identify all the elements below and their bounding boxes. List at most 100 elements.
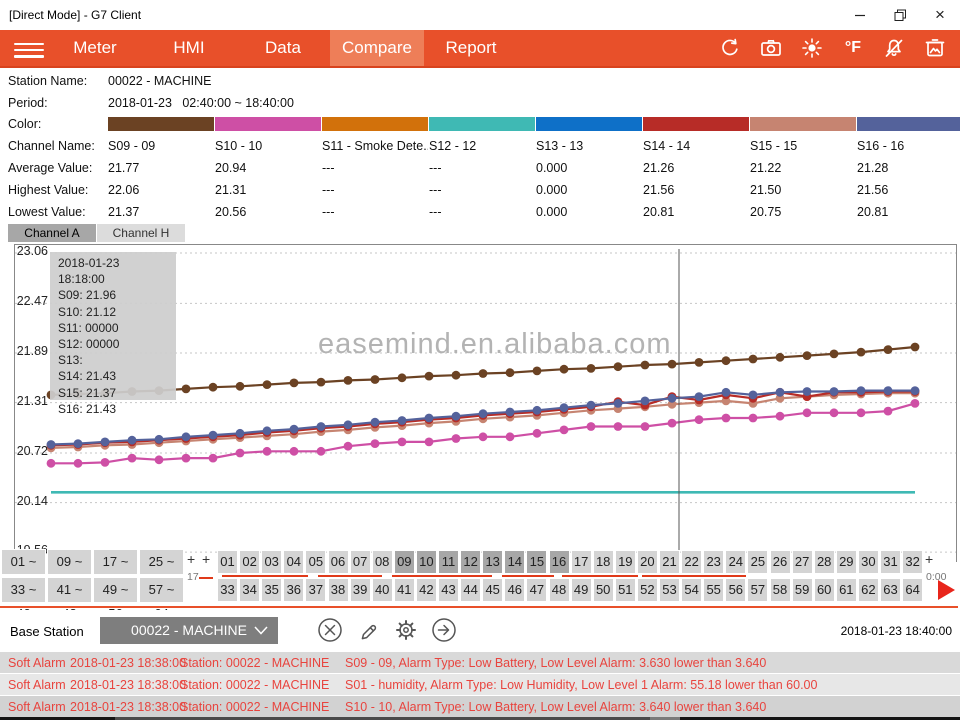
range-button[interactable]: 09 ~ 16 <box>47 549 92 575</box>
channel-page-button[interactable]: 61 <box>836 578 857 602</box>
channel-page-button[interactable]: 38 <box>328 578 349 602</box>
channel-page-button[interactable]: 30 <box>858 550 879 574</box>
tab-channel-h[interactable]: Channel H <box>97 224 185 242</box>
channel-page-button[interactable]: 14 <box>504 550 525 574</box>
channel-page-button[interactable]: 08 <box>372 550 393 574</box>
temperature-unit-icon[interactable]: °F <box>840 35 866 61</box>
channel-page-button[interactable]: 27 <box>792 550 813 574</box>
channel-page-button[interactable]: 25 <box>747 550 768 574</box>
channel-page-button[interactable]: 23 <box>703 550 724 574</box>
range-button[interactable]: 25 ~ 32 <box>139 549 184 575</box>
channel-page-button[interactable]: 41 <box>394 578 415 602</box>
base-station-dropdown[interactable]: 00022 - MACHINE <box>100 617 278 644</box>
channel-page-button[interactable]: 15 <box>526 550 547 574</box>
range-button[interactable]: 01 ~ 08 <box>1 549 46 575</box>
nav-item-compare[interactable]: Compare <box>330 30 424 66</box>
channel-page-button[interactable]: 06 <box>328 550 349 574</box>
channel-page-button[interactable]: 51 <box>615 578 636 602</box>
brightness-icon[interactable] <box>799 35 825 61</box>
channel-page-button[interactable]: 64 <box>902 578 923 602</box>
channel-page-button[interactable]: 17 <box>571 550 592 574</box>
channel-page-button[interactable]: 29 <box>836 550 857 574</box>
page-expander-button[interactable]: + <box>202 551 210 567</box>
channel-page-button[interactable]: 37 <box>305 578 326 602</box>
mute-icon[interactable] <box>881 35 907 61</box>
channel-page-button[interactable]: 12 <box>460 550 481 574</box>
channel-page-button[interactable]: 24 <box>725 550 746 574</box>
channel-page-button[interactable]: 52 <box>637 578 658 602</box>
alarm-row[interactable]: Soft Alarm2018-01-23 18:38:00Station: 00… <box>0 696 960 717</box>
channel-page-button[interactable]: 59 <box>792 578 813 602</box>
channel-page-button[interactable]: 22 <box>681 550 702 574</box>
channel-page-button[interactable]: 63 <box>880 578 901 602</box>
range-button[interactable]: 57 ~ 64 <box>139 577 184 603</box>
channel-page-button[interactable]: 10 <box>416 550 437 574</box>
channel-page-button[interactable]: 56 <box>725 578 746 602</box>
tab-channel-a[interactable]: Channel A <box>8 224 96 242</box>
channel-page-button[interactable]: 26 <box>770 550 791 574</box>
channel-page-button[interactable]: 32 <box>902 550 923 574</box>
camera-icon[interactable] <box>758 35 784 61</box>
channel-page-button[interactable]: 47 <box>526 578 547 602</box>
close-button[interactable]: × <box>920 0 960 30</box>
channel-page-button[interactable]: 20 <box>637 550 658 574</box>
alarm-row[interactable]: Soft Alarm2018-01-23 18:38:00Station: 00… <box>0 652 960 673</box>
clear-icon[interactable] <box>316 616 344 644</box>
channel-page-button[interactable]: 58 <box>770 578 791 602</box>
settings-icon[interactable] <box>392 616 420 644</box>
channel-page-button[interactable]: 19 <box>615 550 636 574</box>
range-button[interactable]: 17 ~ 24 <box>93 549 138 575</box>
channel-page-button[interactable]: 04 <box>283 550 304 574</box>
channel-page-button[interactable]: 21 <box>659 550 680 574</box>
channel-page-button[interactable]: 07 <box>350 550 371 574</box>
restore-button[interactable] <box>880 0 920 30</box>
channel-page-button[interactable]: 01 <box>217 550 238 574</box>
range-button[interactable]: 41 ~ 48 <box>47 577 92 603</box>
minimize-button[interactable] <box>840 0 880 30</box>
sync-icon[interactable] <box>717 35 743 61</box>
channel-page-button[interactable]: 44 <box>460 578 481 602</box>
channel-page-button[interactable]: 31 <box>880 550 901 574</box>
channel-page-button[interactable]: 48 <box>549 578 570 602</box>
channel-page-button[interactable]: 11 <box>438 550 459 574</box>
channel-page-button[interactable]: 16 <box>549 550 570 574</box>
channel-page-button[interactable]: 46 <box>504 578 525 602</box>
channel-page-button[interactable]: 13 <box>482 550 503 574</box>
channel-page-button[interactable]: 39 <box>350 578 371 602</box>
range-button[interactable]: 49 ~ 56 <box>93 577 138 603</box>
channel-page-button[interactable]: 28 <box>814 550 835 574</box>
alarm-row[interactable]: Soft Alarm2018-01-23 18:38:00Station: 00… <box>0 674 960 695</box>
edit-icon[interactable] <box>354 616 382 644</box>
save-image-icon[interactable] <box>922 35 948 61</box>
channel-page-button[interactable]: 03 <box>261 550 282 574</box>
channel-page-button[interactable]: 43 <box>438 578 459 602</box>
nav-item-meter[interactable]: Meter <box>48 30 142 66</box>
channel-page-button[interactable]: 36 <box>283 578 304 602</box>
channel-page-button[interactable]: 09 <box>394 550 415 574</box>
nav-item-hmi[interactable]: HMI <box>142 30 236 66</box>
channel-page-button[interactable]: 60 <box>814 578 835 602</box>
channel-page-button[interactable]: 57 <box>747 578 768 602</box>
nav-item-report[interactable]: Report <box>424 30 518 66</box>
apply-icon[interactable] <box>430 616 458 644</box>
channel-page-button[interactable]: 62 <box>858 578 879 602</box>
channel-page-button[interactable]: 18 <box>593 550 614 574</box>
range-button[interactable]: 33 ~ 40 <box>1 577 46 603</box>
channel-page-button[interactable]: 02 <box>239 550 260 574</box>
channel-page-button[interactable]: 55 <box>703 578 724 602</box>
menu-icon[interactable] <box>14 39 44 59</box>
channel-page-button[interactable]: 53 <box>659 578 680 602</box>
range-expander-button[interactable]: + <box>187 551 195 567</box>
channel-page-button[interactable]: 35 <box>261 578 282 602</box>
channel-page-button[interactable]: 45 <box>482 578 503 602</box>
pagination-next-arrow[interactable] <box>938 580 955 600</box>
channel-page-button[interactable]: 54 <box>681 578 702 602</box>
channel-page-button[interactable]: 49 <box>571 578 592 602</box>
channel-page-button[interactable]: 33 <box>217 578 238 602</box>
channel-page-button[interactable]: 34 <box>239 578 260 602</box>
page-expander-button[interactable]: + <box>925 551 933 567</box>
channel-page-button[interactable]: 40 <box>372 578 393 602</box>
channel-page-button[interactable]: 42 <box>416 578 437 602</box>
nav-item-data[interactable]: Data <box>236 30 330 66</box>
channel-page-button[interactable]: 05 <box>305 550 326 574</box>
